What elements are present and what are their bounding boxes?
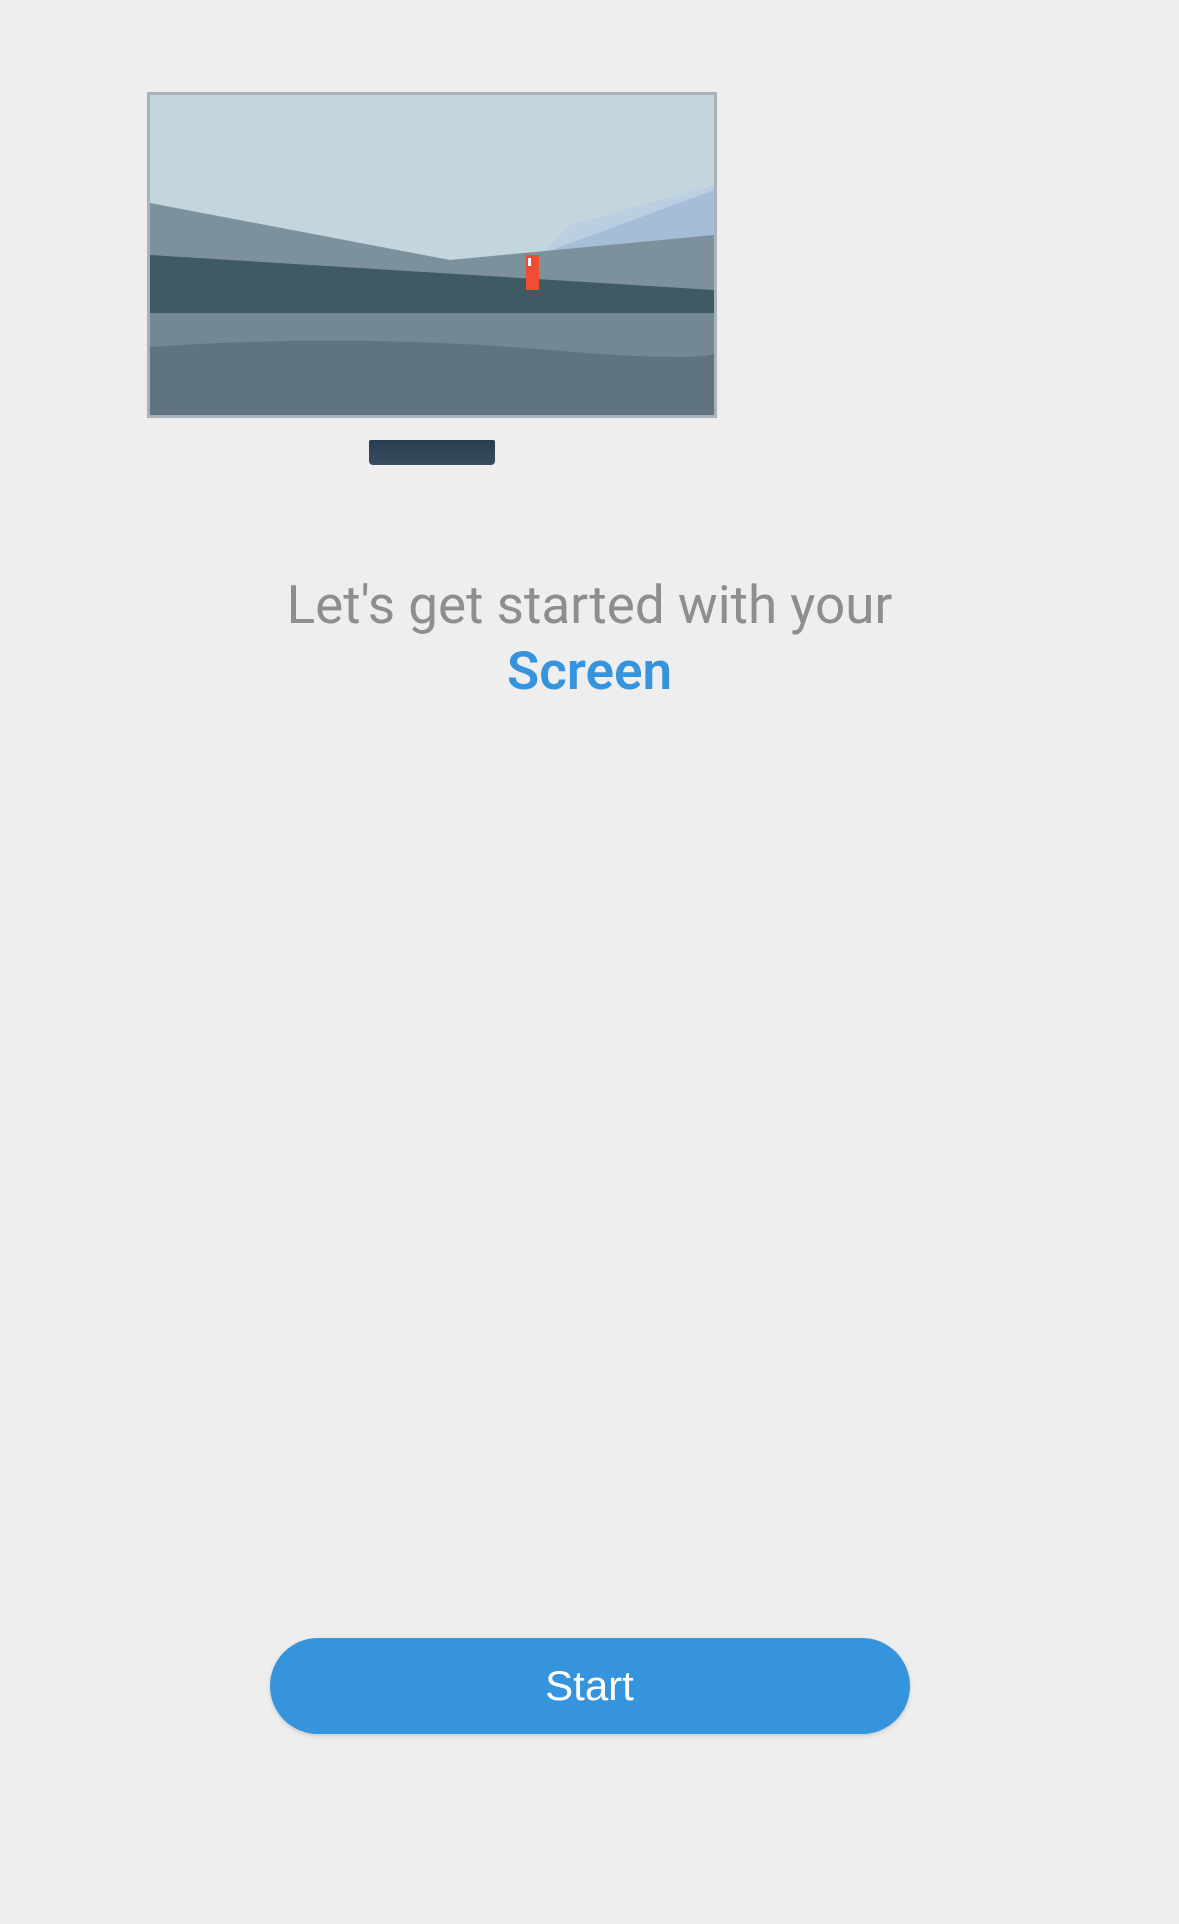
heading-highlight: Screen bbox=[507, 640, 672, 702]
start-button[interactable]: Start bbox=[270, 1638, 910, 1734]
tv-stand-icon bbox=[369, 440, 495, 465]
landscape-artwork bbox=[150, 95, 714, 415]
heading-line1: Let's get started with your bbox=[287, 574, 893, 636]
onboarding-heading: Let's get started with your Screen bbox=[0, 572, 1179, 705]
tv-screen-icon bbox=[147, 92, 717, 418]
tv-illustration bbox=[147, 92, 717, 440]
